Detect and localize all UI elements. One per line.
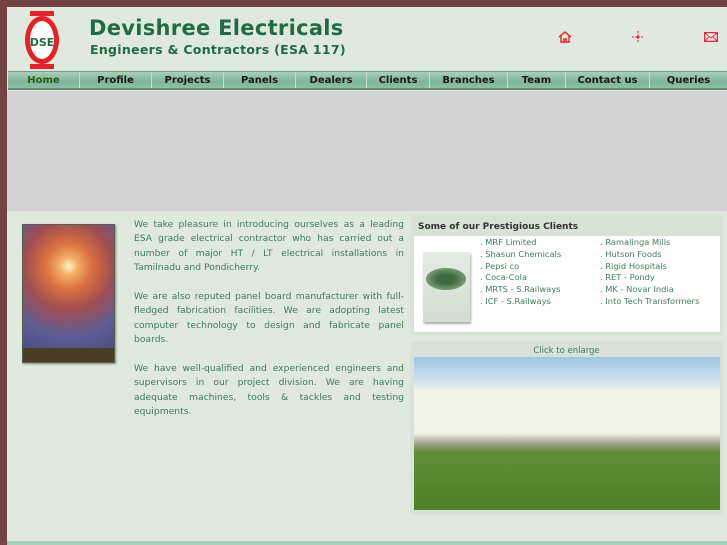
intro-paragraph: We are also reputed panel board manufact… — [134, 291, 404, 346]
intro-text: We take pleasure in introducing ourselve… — [134, 218, 404, 434]
client-item: . Coca-Cola — [480, 272, 528, 283]
client-item: . MRTS - S.Railways — [480, 284, 561, 295]
client-item: . MK - Novar India — [600, 284, 674, 295]
clients-heading: Some of our Prestigious Clients — [418, 222, 579, 232]
clients-panel: Some of our Prestigious Clients . MRF Li… — [410, 215, 723, 335]
factory-photo[interactable] — [414, 357, 720, 510]
client-item: . Hutson Foods — [600, 248, 662, 259]
client-item: . RET - Pondy — [600, 272, 655, 283]
nav-projects[interactable]: Projects — [152, 72, 224, 88]
handshake-image — [423, 252, 470, 322]
mail-icon[interactable] — [704, 31, 718, 43]
nav-team[interactable]: Team — [508, 72, 566, 88]
client-item: . Into Tech Transformers — [600, 295, 700, 306]
nav-panels[interactable]: Panels — [224, 72, 296, 88]
tower-image — [22, 224, 115, 363]
sitemap-icon[interactable] — [631, 31, 645, 43]
banner-area — [7, 91, 727, 211]
home-icon[interactable] — [558, 31, 572, 43]
clients-column-1: . MRF Limited . Shasun Chemicals . Pepsi… — [480, 237, 561, 308]
client-item: . Pepsi co — [480, 260, 520, 271]
main-nav: Home Profile Projects Panels Dealers Cli… — [8, 71, 727, 90]
client-item: . Rigid Hospitals — [600, 260, 667, 271]
client-item: . MRF Limited — [480, 237, 537, 247]
site-subtitle: Engineers & Contractors (ESA 117) — [90, 42, 346, 57]
nav-contact-us[interactable]: Contact us — [566, 72, 650, 88]
intro-paragraph: We have well-qualified and experienced e… — [134, 363, 404, 418]
site-title: Devishree Electricals — [89, 16, 344, 40]
nav-dealers[interactable]: Dealers — [296, 72, 367, 88]
company-logo: DSE — [25, 11, 59, 69]
client-item: . ICF - S.Railways — [480, 295, 551, 306]
clients-box: . MRF Limited . Shasun Chemicals . Pepsi… — [414, 236, 720, 332]
svg-text:DSE: DSE — [30, 36, 55, 49]
nav-branches[interactable]: Branches — [430, 72, 508, 88]
enlarge-caption: Click to enlarge — [533, 346, 600, 356]
photo-panel: Click to enlarge — [410, 341, 723, 515]
clients-column-2: . Ramalinga Mills . Hutson Foods . Rigid… — [600, 237, 699, 308]
nav-clients[interactable]: Clients — [367, 72, 430, 88]
nav-queries[interactable]: Queries — [650, 72, 727, 88]
nav-profile[interactable]: Profile — [80, 72, 152, 88]
footer-line — [7, 541, 727, 545]
client-item: . Ramalinga Mills — [600, 237, 671, 247]
nav-home[interactable]: Home — [8, 72, 80, 88]
page: DSE Devishree Electricals Engineers & Co… — [7, 7, 727, 545]
intro-paragraph: We take pleasure in introducing ourselve… — [134, 219, 404, 274]
client-item: . Shasun Chemicals — [480, 248, 562, 259]
